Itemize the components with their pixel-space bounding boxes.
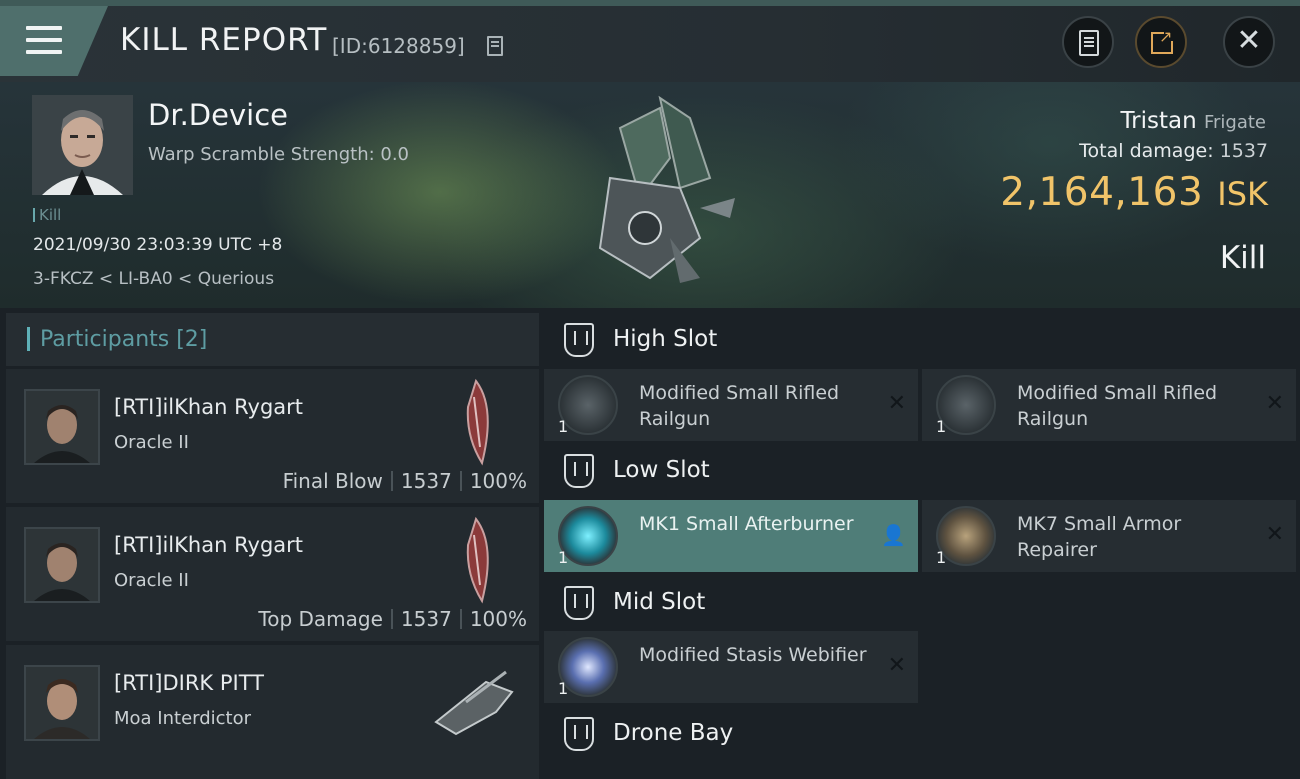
victim-portrait[interactable]: [32, 95, 133, 195]
report-id: [ID:6128859]: [332, 34, 465, 58]
participant-stats: Top Damage 1537 100%: [258, 607, 527, 631]
module-item[interactable]: 1 Modified Stasis Webifier ✕: [544, 631, 918, 703]
module-name: Modified Stasis Webifier: [639, 644, 867, 666]
destroyed-x-icon: ✕: [1265, 522, 1284, 547]
module-name: MK1 Small Afterburner: [639, 513, 854, 535]
share-button[interactable]: ↗: [1135, 16, 1187, 68]
share-arrow-icon: ↗: [1159, 27, 1173, 46]
participant-ship-image: [434, 670, 514, 736]
participant-row[interactable]: [RTI]ilKhan Rygart Oracle II Final Blow 1…: [6, 369, 539, 503]
kill-tag: Kill: [33, 206, 61, 224]
destroyed-x-icon: ✕: [887, 391, 906, 416]
participant-portrait[interactable]: [24, 389, 100, 465]
total-damage-value: 1537: [1219, 140, 1268, 162]
victim-ship: Tristan Frigate: [1120, 108, 1266, 134]
participant-ship: Oracle II: [114, 432, 189, 453]
high-slot-title: High Slot: [613, 326, 718, 352]
high-slot-header: High Slot: [544, 313, 1300, 368]
participant-name: [RTI]ilKhan Rygart: [114, 395, 304, 419]
module-name: Modified Small Rifled Railgun: [1017, 382, 1218, 430]
participant-percent: 100%: [469, 607, 527, 631]
low-slot-icon: [564, 454, 594, 488]
kill-datetime: 2021/09/30 23:03:39 UTC +8: [33, 235, 283, 255]
low-slot-title: Low Slot: [613, 457, 710, 483]
low-slot-header: Low Slot: [544, 444, 1300, 499]
participant-portrait[interactable]: [24, 527, 100, 603]
copy-icon[interactable]: [487, 36, 503, 56]
participants-header: Participants [2]: [6, 313, 539, 366]
module-quantity: 1: [936, 417, 947, 436]
mid-slot-icon: [564, 586, 594, 620]
participant-row[interactable]: + [RTI]DIRK PITT Moa Interdictor: [6, 645, 539, 779]
dropped-person-icon: 👤: [881, 523, 906, 547]
isk-value-row: 2,164,163 ISK: [1000, 170, 1268, 215]
participant-ship-image: [466, 516, 489, 604]
isk-unit: ISK: [1217, 175, 1268, 213]
kill-result: Kill: [1219, 240, 1266, 276]
participant-tag: Top Damage: [258, 607, 383, 631]
fitting-panel: High Slot 1 Modified Small Rifled Railgu…: [544, 313, 1300, 751]
participant-row[interactable]: [RTI]ilKhan Rygart Oracle II Top Damage 1…: [6, 507, 539, 641]
top-bar: KILL REPORT [ID:6128859] ↗ ✕: [0, 0, 1300, 82]
victim-ship-render[interactable]: [560, 88, 750, 288]
module-item[interactable]: 1 MK1 Small Afterburner 👤: [544, 500, 918, 572]
top-accent-line: [0, 0, 1300, 6]
header-accent-bar: [27, 327, 30, 351]
kill-summary-banner: Dr.Device Warp Scramble Strength: 0.0 Ki…: [0, 82, 1300, 308]
destroyed-x-icon: ✕: [887, 653, 906, 678]
module-item[interactable]: 1 Modified Small Rifled Railgun ✕: [922, 369, 1296, 441]
drone-bay-header: Drone Bay: [544, 707, 1300, 762]
participants-title: Participants [2]: [40, 327, 208, 352]
participant-ship: Oracle II: [114, 570, 189, 591]
notes-icon: [1079, 30, 1099, 56]
module-name: MK7 Small Armor Repairer: [1017, 513, 1182, 561]
notes-button[interactable]: [1062, 16, 1114, 68]
destroyed-x-icon: ✕: [1265, 391, 1284, 416]
page-title: KILL REPORT: [120, 22, 328, 58]
ship-name: Tristan: [1120, 108, 1197, 134]
module-item[interactable]: 1 Modified Small Rifled Railgun ✕: [544, 369, 918, 441]
participant-percent: 100%: [469, 469, 527, 493]
module-quantity: 1: [558, 679, 569, 698]
mid-slot-header: Mid Slot: [544, 576, 1300, 631]
kill-location: 3-FKCZ < LI-BA0 < Querious: [33, 269, 275, 289]
participant-name: [RTI]DIRK PITT: [114, 671, 265, 695]
participant-stats: Final Blow 1537 100%: [283, 469, 527, 493]
drone-bay-icon: [564, 717, 594, 751]
participant-tag: Final Blow: [282, 469, 383, 493]
module-name: Modified Small Rifled Railgun: [639, 382, 840, 430]
participant-damage: 1537: [400, 607, 452, 631]
participant-ship-image: [466, 378, 489, 466]
total-damage-label: Total damage:: [1079, 140, 1214, 162]
total-damage: Total damage: 1537: [1079, 140, 1268, 162]
participants-panel: Participants [2] [RTI]ilKhan Rygart Orac…: [6, 313, 539, 779]
hamburger-icon: [26, 26, 62, 62]
module-quantity: 1: [936, 548, 947, 567]
close-button[interactable]: ✕: [1223, 16, 1275, 68]
close-icon: ✕: [1236, 23, 1262, 58]
isk-value: 2,164,163: [1000, 170, 1204, 215]
menu-button[interactable]: [0, 6, 108, 76]
high-slot-icon: [564, 323, 594, 357]
participant-name: [RTI]ilKhan Rygart: [114, 533, 304, 557]
mid-slot-title: Mid Slot: [613, 589, 706, 615]
victim-name: Dr.Device: [148, 98, 288, 132]
module-quantity: 1: [558, 548, 569, 567]
warp-scramble-strength: Warp Scramble Strength: 0.0: [148, 144, 410, 165]
participant-ship: Moa Interdictor: [114, 708, 252, 729]
ship-class: Frigate: [1203, 112, 1266, 133]
participant-damage: 1537: [400, 469, 452, 493]
participant-portrait[interactable]: +: [24, 665, 100, 741]
drone-bay-title: Drone Bay: [613, 720, 734, 746]
module-item[interactable]: 1 MK7 Small Armor Repairer ✕: [922, 500, 1296, 572]
module-quantity: 1: [558, 417, 569, 436]
